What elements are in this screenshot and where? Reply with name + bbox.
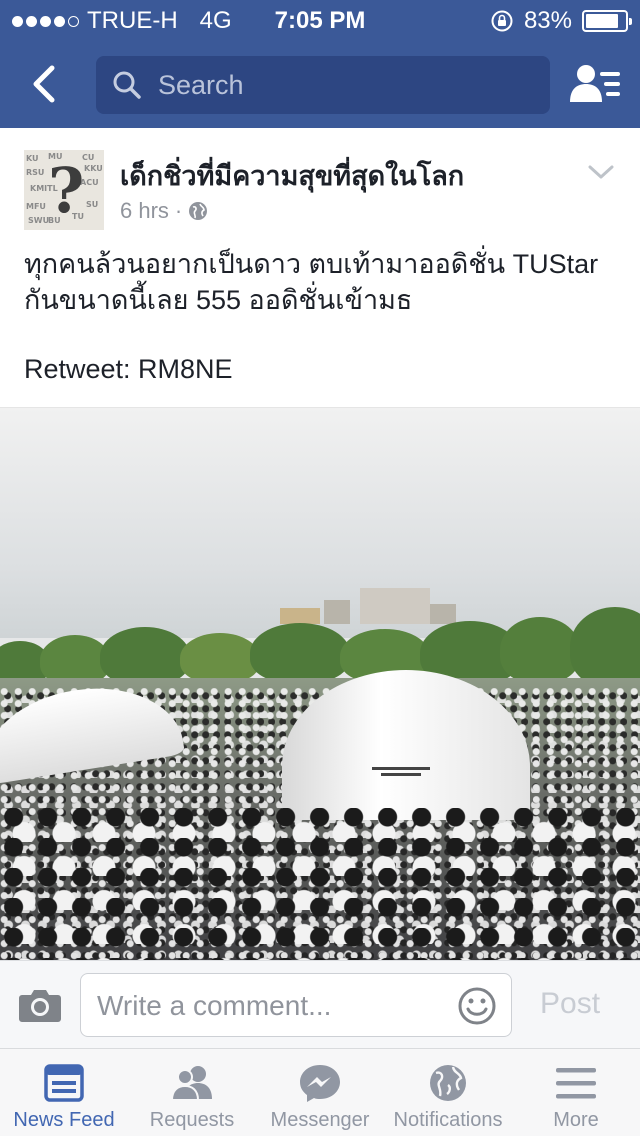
photo-tent-sign — [372, 764, 430, 782]
post-retweet-credit: Retweet: RM8NE — [24, 354, 233, 384]
search-bar[interactable] — [96, 56, 550, 114]
bottom-tab-bar: News Feed Requests Messenger Notificatio… — [0, 1048, 640, 1136]
rotation-lock-icon — [491, 10, 513, 32]
post-header: KU MU CU RSU KMITL ACU MFU SU BU TU SWU … — [0, 128, 640, 230]
camera-icon — [19, 990, 61, 1022]
avatar-word: KU — [26, 154, 39, 163]
top-navigation — [0, 40, 640, 128]
battery-icon — [582, 10, 632, 32]
search-icon — [113, 71, 141, 99]
comment-composer: Post — [0, 960, 640, 1048]
post-text-line: กันขนาดนี้เลย 555 ออดิชั่นเข้ามธ — [24, 285, 413, 315]
hamburger-menu-icon — [556, 1068, 596, 1099]
globe-icon — [189, 202, 208, 220]
smiley-icon — [458, 987, 496, 1025]
post-options-button[interactable] — [588, 164, 614, 185]
sticker-button[interactable] — [457, 986, 497, 1026]
post-meta: 6 hrs · — [120, 198, 208, 224]
tab-label: Notifications — [393, 1109, 503, 1131]
tab-label: News Feed — [13, 1109, 115, 1131]
comment-field[interactable] — [80, 973, 512, 1037]
post-author[interactable]: เด็กชิ่วที่มีความสุขที่สุดในโลก — [120, 154, 464, 197]
post-text-line: ทุกคนล้วนอยากเป็นดาว ตบเท้ามาออดิชั่น TU… — [24, 249, 599, 279]
messenger-icon — [300, 1065, 340, 1102]
search-input[interactable] — [158, 69, 518, 101]
post-body: ทุกคนล้วนอยากเป็นดาว ตบเท้ามาออดิชั่น TU… — [24, 246, 624, 318]
avatar-word: KKU — [84, 164, 103, 173]
post-timestamp[interactable]: 6 hrs — [120, 198, 169, 224]
avatar-word: SU — [86, 200, 99, 209]
question-mark-icon: ? — [48, 154, 85, 227]
avatar-word: RSU — [26, 168, 45, 177]
friends-list-icon — [570, 65, 620, 102]
tab-label: Requests — [149, 1109, 235, 1131]
chevron-left-icon — [33, 65, 55, 103]
news-feed-icon — [44, 1064, 84, 1102]
tab-label: More — [553, 1109, 599, 1131]
back-button[interactable] — [22, 62, 66, 106]
meta-separator: · — [174, 198, 183, 223]
tab-more[interactable]: More — [512, 1049, 640, 1136]
friends-list-button[interactable] — [570, 62, 622, 106]
avatar[interactable]: KU MU CU RSU KMITL ACU MFU SU BU TU SWU … — [24, 150, 104, 230]
tab-news-feed[interactable]: News Feed — [0, 1049, 128, 1136]
post-photo[interactable] — [0, 408, 640, 960]
comment-input[interactable] — [97, 988, 447, 1024]
tab-requests[interactable]: Requests — [128, 1049, 256, 1136]
battery-percent: 83% — [523, 7, 572, 34]
camera-button[interactable] — [18, 987, 62, 1023]
avatar-word: SWU — [28, 216, 50, 225]
tab-messenger[interactable]: Messenger — [256, 1049, 384, 1136]
chevron-down-icon — [588, 165, 614, 179]
tab-notifications[interactable]: Notifications — [384, 1049, 512, 1136]
avatar-word: MFU — [26, 202, 46, 211]
post-comment-button[interactable]: Post — [540, 987, 600, 1021]
battery-level — [586, 14, 618, 28]
photo-crowd-foreground — [0, 808, 640, 960]
status-bar: TRUE-H 4G 7:05 PM 83% — [0, 0, 640, 40]
friend-requests-icon — [170, 1066, 212, 1101]
globe-notifications-icon — [430, 1065, 466, 1101]
tab-label: Messenger — [270, 1109, 370, 1131]
